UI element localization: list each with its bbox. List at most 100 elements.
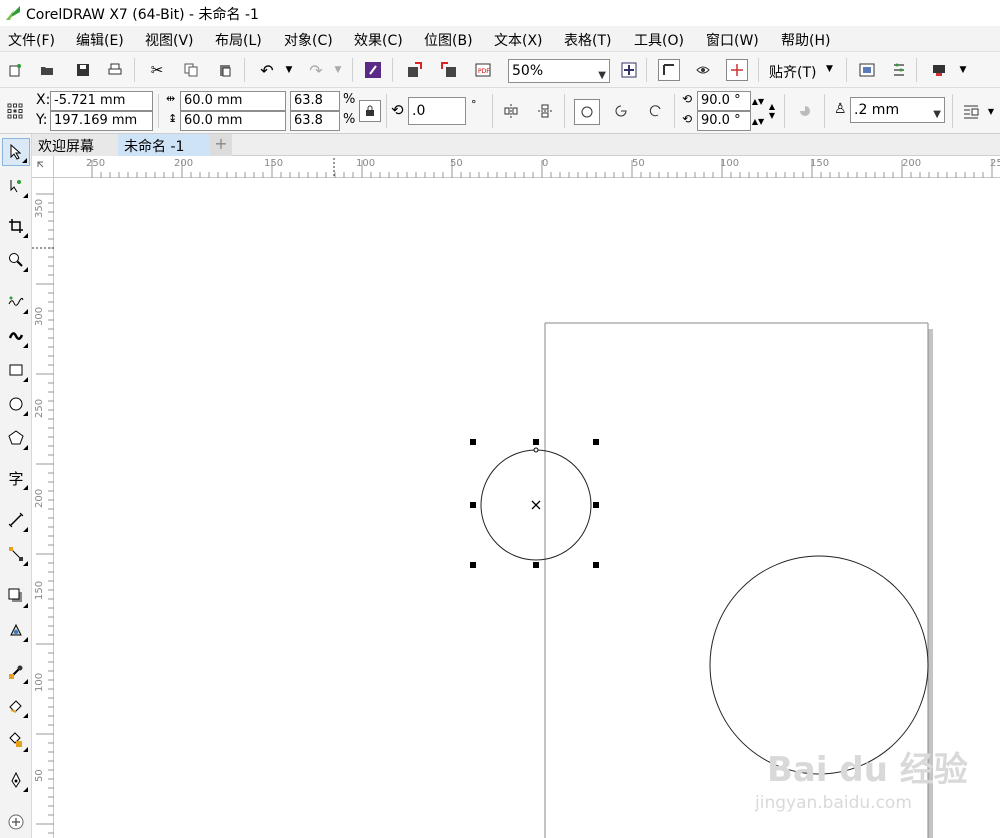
menu-table[interactable]: 表格(T)	[564, 30, 611, 50]
menu-effects[interactable]: 效果(C)	[354, 30, 403, 50]
undo-icon[interactable]: ↶	[256, 59, 278, 81]
mirror-horizontal-icon[interactable]	[500, 100, 522, 122]
full-screen-preview-icon[interactable]	[618, 59, 640, 81]
welcome-screen-icon[interactable]	[856, 59, 878, 81]
degree-label: °	[471, 98, 477, 111]
x-position-field[interactable]: -5.721 mm	[50, 91, 153, 111]
tab-welcome-screen[interactable]: 欢迎屏幕	[32, 134, 118, 156]
end-angle-icon: ⟲	[682, 112, 693, 126]
scale-width-field[interactable]: 63.8	[290, 91, 340, 111]
show-guidelines-icon[interactable]	[726, 59, 748, 81]
open-folder-icon[interactable]	[36, 59, 58, 81]
end-angle-spinner-icon[interactable]: ▲▼	[752, 111, 764, 131]
color-eyedropper-tool-icon[interactable]	[2, 658, 30, 686]
drop-shadow-tool-icon[interactable]	[2, 582, 30, 610]
add-tool-plus-icon[interactable]	[2, 808, 30, 836]
menu-bar: 文件(F) 编辑(E) 视图(V) 布局(L) 对象(C) 效果(C) 位图(B…	[0, 26, 1000, 52]
object-width-field[interactable]: 60.0 mm	[180, 91, 286, 111]
menu-layout[interactable]: 布局(L)	[215, 30, 262, 50]
freehand-tool-icon[interactable]	[2, 288, 30, 316]
transparency-tool-icon[interactable]	[2, 616, 30, 644]
object-height-value: 60.0 mm	[184, 113, 243, 128]
angle-spinner-icon[interactable]: ▲ ▼	[766, 91, 778, 131]
menu-object[interactable]: 对象(C)	[284, 30, 333, 50]
menu-text[interactable]: 文本(X)	[494, 30, 543, 50]
smart-fill-tool-icon[interactable]	[2, 726, 30, 754]
window-title: CorelDRAW X7 (64-Bit) - 未命名 -1	[26, 7, 259, 23]
x-position-value: -5.721 mm	[54, 93, 126, 108]
menu-tools[interactable]: 工具(O)	[634, 30, 684, 50]
zoom-level-select[interactable]: 50% ▼	[508, 59, 610, 83]
publish-pdf-icon[interactable]: PDF	[472, 59, 494, 81]
parallel-dimension-tool-icon[interactable]	[2, 506, 30, 534]
menu-view[interactable]: 视图(V)	[145, 30, 194, 50]
zoom-tool-icon[interactable]	[2, 246, 30, 274]
property-bar-dropdown-icon[interactable]: ▼	[984, 100, 998, 122]
menu-bitmaps[interactable]: 位图(B)	[424, 30, 473, 50]
redo-dropdown-icon[interactable]: ▼	[327, 59, 349, 81]
rotation-angle-field[interactable]: .0	[408, 97, 466, 125]
import-icon[interactable]	[404, 59, 426, 81]
vruler-label: 100	[34, 672, 45, 692]
ellipse-node[interactable]	[533, 447, 539, 453]
vertical-ruler[interactable]: 350 300 250 200 150 100 50	[32, 178, 54, 838]
connector-tool-icon[interactable]	[2, 540, 30, 568]
percent-label: %	[343, 92, 356, 107]
arc-mode-icon[interactable]	[644, 100, 666, 122]
snap-dropdown-icon[interactable]: ▼	[826, 64, 833, 74]
menu-file[interactable]: 文件(F)	[8, 30, 55, 50]
application-launcher-icon[interactable]	[928, 59, 950, 81]
shape-tool-icon[interactable]	[2, 172, 30, 200]
document-tabs: 欢迎屏幕 未命名 -1 +	[32, 134, 1000, 156]
ellipse-tool-icon[interactable]	[2, 390, 30, 418]
pie-mode-icon[interactable]	[610, 100, 632, 122]
rectangle-tool-icon[interactable]	[2, 356, 30, 384]
mirror-vertical-icon[interactable]	[534, 100, 556, 122]
outline-pen-tool-icon[interactable]	[2, 766, 30, 794]
polygon-tool-icon[interactable]	[2, 424, 30, 452]
start-angle-spinner-icon[interactable]: ▲▼	[752, 91, 764, 111]
outline-width-select[interactable]: .2 mm ▼	[850, 97, 945, 123]
change-direction-icon[interactable]	[794, 100, 816, 122]
paste-icon[interactable]	[214, 59, 236, 81]
launcher-dropdown-icon[interactable]: ▼	[952, 59, 974, 81]
snap-to-button[interactable]: 贴齐(T)	[769, 62, 816, 82]
pick-tool-icon[interactable]	[2, 138, 30, 166]
options-icon[interactable]	[888, 59, 910, 81]
menu-edit[interactable]: 编辑(E)	[76, 30, 124, 50]
export-icon[interactable]	[438, 59, 460, 81]
artistic-media-tool-icon[interactable]	[2, 322, 30, 350]
show-grid-icon[interactable]	[692, 59, 714, 81]
ruler-origin[interactable]	[32, 156, 54, 178]
redo-icon[interactable]: ↷	[305, 59, 327, 81]
drawing-canvas[interactable]: Bai du 经验 jingyan.baidu.com	[55, 179, 1000, 838]
rotation-angle-value: .0	[412, 103, 426, 119]
horizontal-ruler[interactable]: 250 200 150 100 50 0 50 100 150 200 25	[54, 156, 1000, 178]
menu-help[interactable]: 帮助(H)	[781, 30, 830, 50]
tab-untitled-document[interactable]: 未命名 -1	[118, 134, 210, 156]
end-angle-field[interactable]: 90.0 °	[697, 111, 751, 131]
search-content-icon[interactable]	[362, 59, 384, 81]
interactive-fill-tool-icon[interactable]	[2, 692, 30, 720]
print-icon[interactable]	[104, 59, 126, 81]
ellipse-mode-icon[interactable]	[574, 99, 600, 125]
start-angle-field[interactable]: 90.0 °	[697, 91, 751, 111]
lock-ratio-icon[interactable]	[359, 100, 381, 122]
scale-height-field[interactable]: 63.8	[290, 111, 340, 131]
object-height-field[interactable]: 60.0 mm	[180, 111, 286, 131]
crop-tool-icon[interactable]	[2, 212, 30, 240]
y-position-field[interactable]: 197.169 mm	[50, 111, 153, 131]
copy-icon[interactable]	[180, 59, 202, 81]
hruler-label: 200	[174, 158, 194, 169]
show-rulers-icon[interactable]	[658, 59, 680, 81]
undo-dropdown-icon[interactable]: ▼	[278, 59, 300, 81]
menu-window[interactable]: 窗口(W)	[706, 30, 759, 50]
object-origin-icon[interactable]	[4, 100, 26, 122]
new-document-icon[interactable]	[4, 59, 26, 81]
new-tab-plus-icon[interactable]: +	[210, 134, 232, 156]
text-tool-icon[interactable]: 字	[2, 464, 30, 492]
text-wrap-icon[interactable]	[960, 100, 982, 122]
save-icon[interactable]	[72, 59, 94, 81]
watermark-url: jingyan.baidu.com	[755, 793, 912, 813]
cut-scissors-icon[interactable]: ✂	[146, 59, 168, 81]
